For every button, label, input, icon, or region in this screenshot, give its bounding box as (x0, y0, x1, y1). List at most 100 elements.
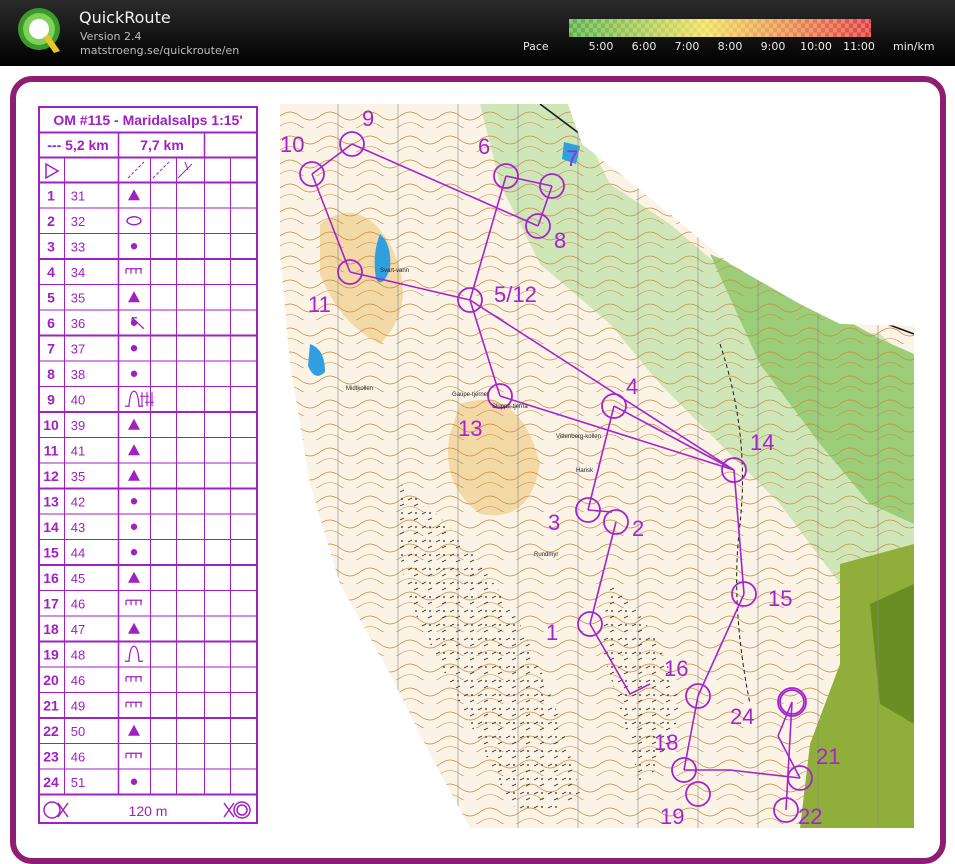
control-code: 42 (71, 494, 85, 509)
orienteering-map[interactable]: 1 2 3 4 5/12 6 7 8 9 10 11 13 14 15 16 18 19 21 22 24 Svart-… (280, 104, 914, 828)
control-code: 31 (71, 188, 85, 203)
description-row: 9 40 (47, 390, 154, 407)
control-number: 22 (43, 723, 59, 739)
map-terrain (280, 104, 914, 828)
control-label: 10 (280, 132, 304, 157)
control-code: 41 (71, 443, 85, 458)
app-header: QuickRoute Version 2.4 matstroeng.se/qui… (0, 0, 955, 66)
control-number: 20 (43, 672, 59, 688)
pace-tick: 11:00 (843, 40, 875, 53)
pace-color-scale (569, 19, 871, 37)
control-number: 14 (43, 519, 59, 535)
comb-icon (125, 676, 142, 682)
control-number: 24 (43, 774, 59, 790)
triangle-icon (128, 444, 140, 456)
description-row: 4 34 (47, 264, 142, 280)
control-code: 46 (71, 596, 85, 611)
pace-tick: 6:00 (631, 40, 657, 53)
description-row: 19 48 (43, 645, 143, 662)
place-name: Midtkollen (346, 386, 373, 392)
control-label: 22 (798, 804, 822, 828)
control-number: 4 (47, 264, 55, 280)
comb-icon (125, 268, 142, 274)
quickroute-logo-icon (18, 8, 60, 53)
control-label: 15 (768, 586, 792, 611)
knoll-icon (125, 645, 143, 662)
control-code: 32 (71, 214, 85, 229)
control-number: 10 (43, 417, 59, 433)
place-name: Vittenberg-kollen (556, 434, 601, 440)
control-label: 4 (626, 374, 638, 399)
control-label: 13 (458, 416, 482, 441)
control-number: 18 (43, 621, 59, 637)
dot-icon (130, 345, 138, 352)
control-number: 23 (43, 748, 59, 764)
description-row: 8 38 (47, 366, 138, 382)
description-row: 3 33 (47, 238, 138, 254)
start-triangle-icon (45, 162, 60, 180)
control-label: 5/12 (494, 282, 537, 307)
control-label: 24 (730, 704, 754, 729)
place-name: Harisk (576, 468, 594, 474)
control-label: 7 (566, 146, 578, 171)
place-name: Gaupe-tjernet (452, 392, 489, 398)
finish-row: 120 m (43, 801, 251, 819)
control-code: 45 (71, 571, 85, 586)
control-label: 16 (664, 656, 688, 681)
description-row: 2 32 (47, 213, 142, 229)
header-line-symbols-icon (127, 161, 193, 179)
control-number: 2 (47, 213, 55, 229)
control-label: 9 (362, 106, 374, 131)
description-row: 16 45 (43, 570, 140, 586)
triangle-icon (128, 724, 140, 736)
description-row: 14 43 (43, 519, 138, 535)
app-title: QuickRoute (79, 8, 171, 27)
description-row: 6 36 (47, 315, 145, 331)
control-label: 2 (632, 516, 644, 541)
dot-icon (130, 498, 138, 505)
triangle-icon (128, 189, 140, 201)
control-number: 13 (43, 493, 59, 509)
control-code: 34 (71, 265, 85, 280)
control-number: 16 (43, 570, 59, 586)
control-code: 35 (71, 290, 85, 305)
control-code: 37 (71, 341, 85, 356)
control-number: 1 (47, 187, 55, 203)
triangle-icon (128, 469, 140, 481)
description-row: 17 46 (43, 595, 142, 611)
control-number: 21 (43, 697, 59, 713)
comb-icon (125, 752, 142, 759)
description-row: 12 35 (43, 468, 140, 484)
control-label: 1 (546, 620, 558, 645)
control-label: 21 (816, 744, 840, 769)
comb-icon (125, 701, 142, 708)
control-number: 19 (43, 646, 59, 662)
ellipse-icon (126, 216, 142, 226)
control-label: 19 (660, 804, 684, 828)
description-row: 7 37 (47, 340, 138, 356)
control-label: 3 (548, 510, 560, 535)
control-code: 44 (71, 545, 85, 560)
pace-tick: 7:00 (674, 40, 700, 53)
finish-distance: 120 m (129, 803, 168, 819)
control-label: 14 (750, 430, 774, 455)
control-code: 51 (71, 775, 85, 790)
dot-icon (130, 370, 138, 377)
description-row: 15 44 (43, 544, 138, 560)
description-row: 10 39 (43, 417, 140, 433)
pace-tick: 10:00 (800, 40, 832, 53)
control-label: 18 (654, 730, 678, 755)
description-row: 22 50 (43, 723, 140, 739)
triangle-icon (128, 622, 140, 634)
app-url[interactable]: matstroeng.se/quickroute/en (80, 44, 239, 57)
control-number: 15 (43, 544, 59, 560)
dot-icon (130, 778, 138, 785)
control-number: 9 (47, 391, 55, 407)
bars-icon (140, 392, 154, 407)
description-row: 13 42 (43, 493, 138, 509)
control-code: 43 (71, 520, 85, 535)
description-row: 5 35 (47, 289, 140, 305)
dot-icon (130, 523, 138, 530)
control-code: 47 (71, 622, 85, 637)
control-number: 17 (43, 595, 59, 611)
